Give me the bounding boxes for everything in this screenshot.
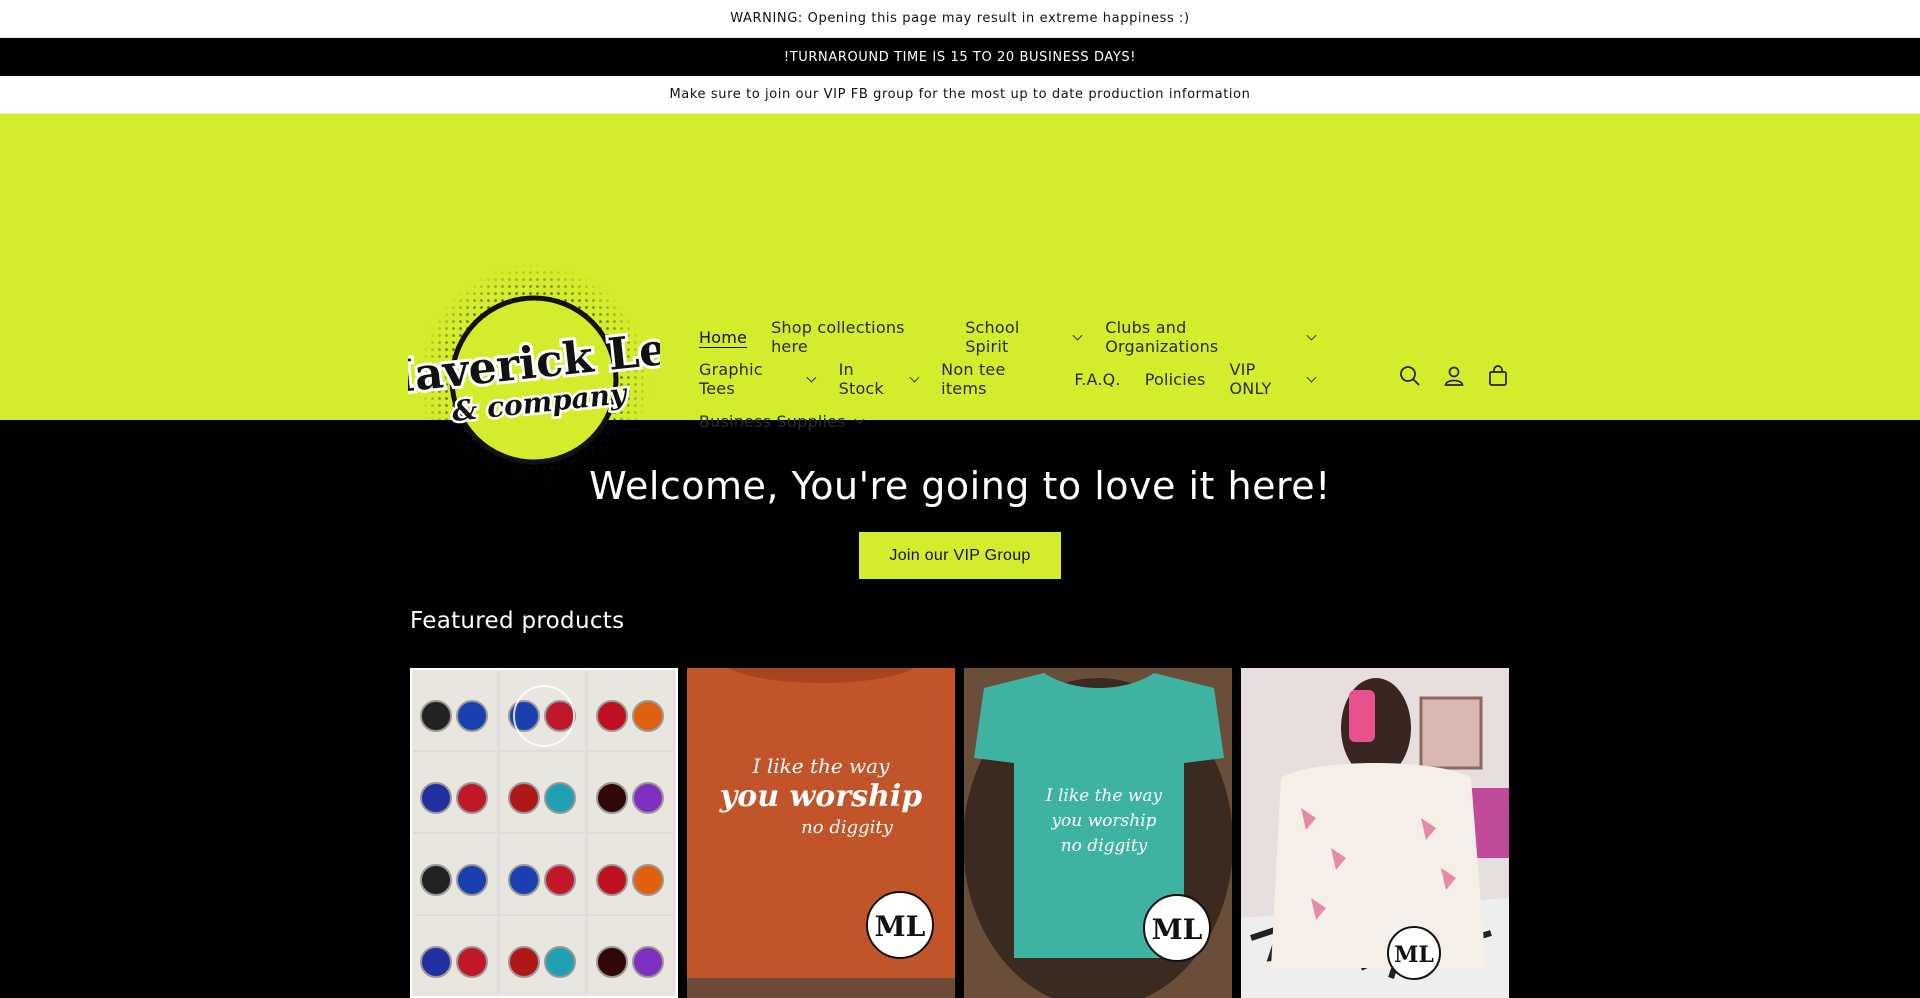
earring-stud: [456, 700, 488, 732]
earring-stud: [456, 946, 488, 978]
earring-stud: [420, 864, 452, 896]
nav-row-2: Graphic Tees In Stock Non tee items F.A.…: [699, 358, 1339, 400]
earring-stud: [544, 864, 576, 896]
logo-graphic: Maverick Lee & company: [361, 264, 700, 496]
product-card-earrings[interactable]: [410, 668, 678, 998]
nav-item-clubs[interactable]: Clubs and Organizations: [1105, 318, 1317, 356]
product-card-orange-tee[interactable]: I like the way you worship no diggity ML: [687, 668, 955, 998]
product-image: ML: [1241, 668, 1509, 998]
earring-stud: [632, 700, 664, 732]
main-navigation: Home Shop collections here School Spirit…: [699, 316, 1339, 442]
announcement-bar-warning: WARNING: Opening this page may result in…: [0, 0, 1920, 38]
nav-item-non-tee[interactable]: Non tee items: [941, 360, 1050, 398]
earring-stud: [508, 782, 540, 814]
nav-item-vip-only[interactable]: VIP ONLY: [1229, 360, 1317, 398]
nav-item-policies[interactable]: Policies: [1145, 370, 1206, 389]
nav-label: Business Supplies: [699, 411, 846, 431]
cart-icon[interactable]: [1486, 364, 1510, 388]
featured-products-grid: I like the way you worship no diggity ML…: [410, 668, 1509, 998]
earring-stud: [456, 864, 488, 896]
nav-label: In Stock: [838, 360, 884, 398]
chevron-down-icon: [1306, 330, 1317, 340]
join-vip-button[interactable]: Join our VIP Group: [859, 532, 1061, 579]
nav-row-1: Home Shop collections here School Spirit…: [699, 316, 1339, 358]
account-icon[interactable]: [1442, 364, 1466, 388]
brand-logo[interactable]: Maverick Lee & company: [361, 262, 700, 498]
chevron-down-icon: [909, 372, 919, 382]
nav-label: VIP ONLY: [1229, 360, 1272, 398]
earring-stud: [544, 782, 576, 814]
badge-text: ML: [1152, 913, 1203, 946]
hero-title: Welcome, You're going to love it here!: [589, 464, 1331, 508]
earring-stud: [420, 700, 452, 732]
nav-item-school-spirit[interactable]: School Spirit: [965, 318, 1083, 356]
badge-text: ML: [875, 910, 926, 943]
nav-label: Clubs and Organizations: [1105, 318, 1219, 356]
shirt-print-line: you worship: [719, 779, 922, 814]
featured-heading: Featured products: [410, 608, 625, 634]
badge-text: ML: [1394, 942, 1434, 968]
shirt-print-line: you worship: [1050, 811, 1156, 831]
shirt-print-line: I like the way: [1045, 786, 1163, 806]
earring-stud: [596, 946, 628, 978]
shirt-print-line: no diggity: [801, 817, 893, 838]
chevron-down-icon: [854, 414, 865, 424]
announcement-text: Make sure to join our VIP FB group for t…: [669, 87, 1251, 102]
nav-label: Policies: [1144, 369, 1206, 389]
earring-stud: [508, 864, 540, 896]
announcement-bar-vip: Make sure to join our VIP FB group for t…: [0, 76, 1920, 114]
nav-item-faq[interactable]: F.A.Q.: [1074, 370, 1120, 389]
earring-stud: [632, 782, 664, 814]
earring-stud: [456, 782, 488, 814]
shirt-print-line: I like the way: [752, 754, 891, 778]
nav-item-in-stock[interactable]: In Stock: [838, 360, 919, 398]
shirt-print-line: no diggity: [1061, 836, 1148, 856]
nav-label: Home: [699, 327, 748, 347]
nav-item-business-supplies[interactable]: Business Supplies: [699, 411, 865, 431]
nav-item-shop-collections[interactable]: Shop collections here: [771, 318, 941, 356]
chevron-down-icon: [1072, 330, 1083, 340]
nav-row-3: Business Supplies: [699, 400, 1339, 442]
site-header: Maverick Lee & company Home Shop collect…: [0, 114, 1920, 496]
earring-stud: [596, 700, 628, 732]
product-image: [410, 668, 678, 998]
earring-stud: [544, 946, 576, 978]
chevron-down-icon: [1306, 372, 1317, 382]
product-image: I like the way you worship no diggity ML: [687, 668, 955, 998]
nav-label: F.A.Q.: [1074, 369, 1121, 389]
earring-stud: [420, 946, 452, 978]
earring-stud: [544, 700, 576, 732]
search-icon[interactable]: [1398, 364, 1422, 388]
product-card-jacket[interactable]: ML: [1241, 668, 1509, 998]
header-icons: [1398, 364, 1510, 388]
nav-label: Graphic Tees: [699, 360, 763, 398]
hero-section: Welcome, You're going to love it here! J…: [0, 420, 1920, 579]
announcement-bar-turnaround: !TURNAROUND TIME IS 15 TO 20 BUSINESS DA…: [0, 38, 1920, 76]
earring-stud: [632, 864, 664, 896]
nav-item-graphic-tees[interactable]: Graphic Tees: [699, 360, 817, 398]
earring-stud: [420, 782, 452, 814]
chevron-down-icon: [806, 372, 817, 382]
earring-stud: [596, 864, 628, 896]
announcement-text: WARNING: Opening this page may result in…: [730, 11, 1190, 26]
earring-stud: [596, 782, 628, 814]
nav-label: Non tee items: [941, 360, 1006, 398]
product-card-teal-tee[interactable]: I like the way you worship no diggity ML: [964, 668, 1232, 998]
earring-stud: [508, 946, 540, 978]
announcement-text: !TURNAROUND TIME IS 15 TO 20 BUSINESS DA…: [783, 49, 1137, 65]
nav-label: Shop collections here: [771, 318, 905, 356]
earring-stud: [632, 946, 664, 978]
nav-item-home[interactable]: Home: [699, 328, 747, 347]
product-image: I like the way you worship no diggity ML: [964, 668, 1232, 998]
nav-label: School Spirit: [965, 318, 1020, 356]
